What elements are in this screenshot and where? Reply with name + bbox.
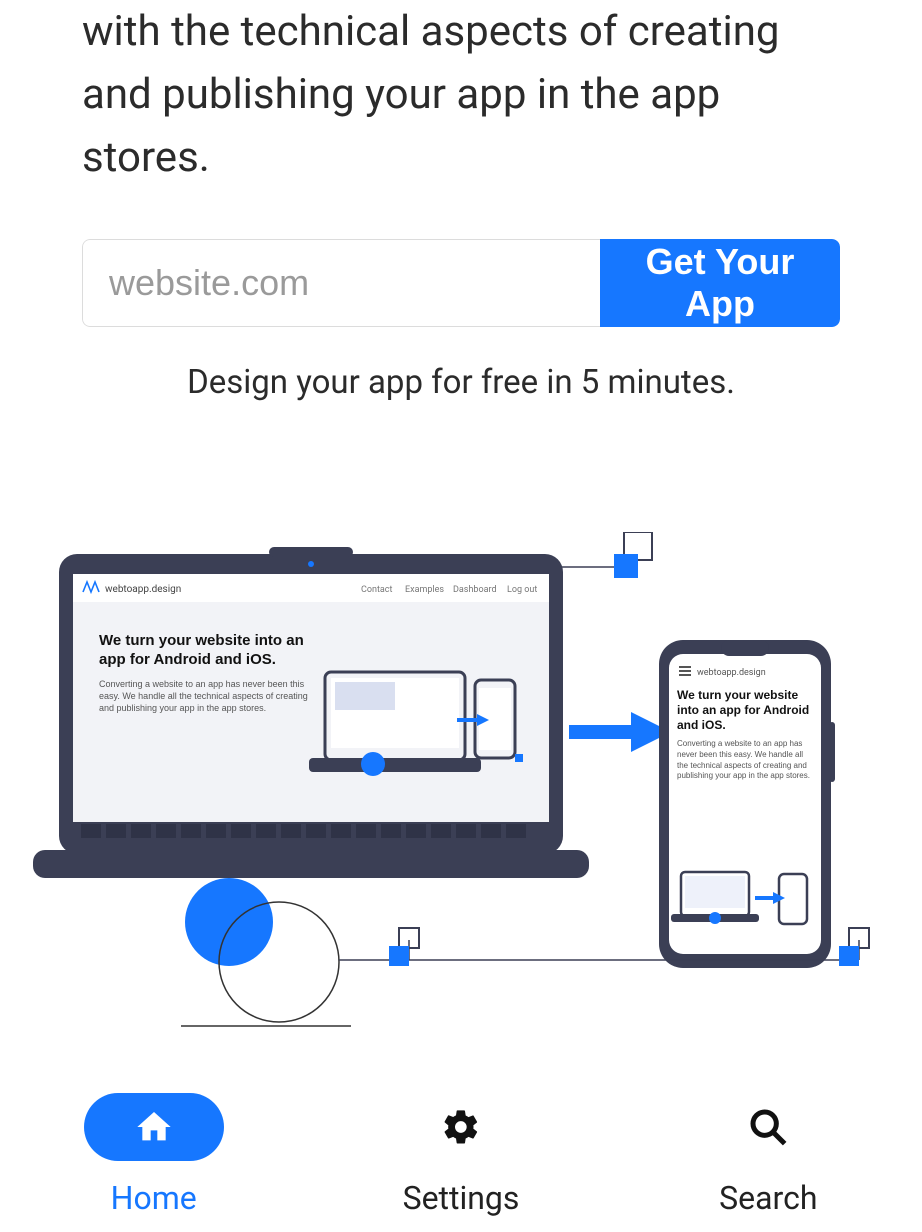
nav-home-label: Home [111,1179,197,1217]
nav-settings[interactable]: Settings [307,1093,614,1217]
illustration-phone-body: Converting a website to an app has never… [677,739,813,782]
gear-icon [441,1107,481,1147]
illustration-menu-0: Contact [361,585,393,595]
nav-search-label: Search [719,1179,817,1217]
hero-illustration: webtoapp.design Contact Examples Dashboa… [0,532,922,1032]
website-url-input[interactable] [82,239,600,327]
illustration-body: Converting a website to an app has never… [99,678,309,714]
cta-row: Get Your App [82,239,840,327]
hero-subline: Design your app for free in 5 minutes. [82,363,840,402]
nav-home[interactable]: Home [0,1093,307,1217]
hero-intro-text: with the technical aspects of creating a… [82,0,840,189]
illustration-phone-brand: webtoapp.design [697,668,766,678]
bottom-nav: Home Settings Search [0,1077,922,1232]
get-your-app-button[interactable]: Get Your App [600,239,840,327]
illustration-phone-headline: We turn your website into an app for And… [677,688,813,733]
nav-search[interactable]: Search [615,1093,922,1217]
search-icon [748,1107,788,1147]
illustration-menu-3: Log out [507,585,537,595]
illustration-headline: We turn your website into an app for And… [99,632,309,670]
illustration-menu-2: Dashboard [453,585,497,595]
illustration-brand: webtoapp.design [105,584,181,595]
nav-settings-label: Settings [403,1179,520,1217]
illustration-menu-1: Examples [405,585,444,595]
home-icon [134,1107,174,1147]
